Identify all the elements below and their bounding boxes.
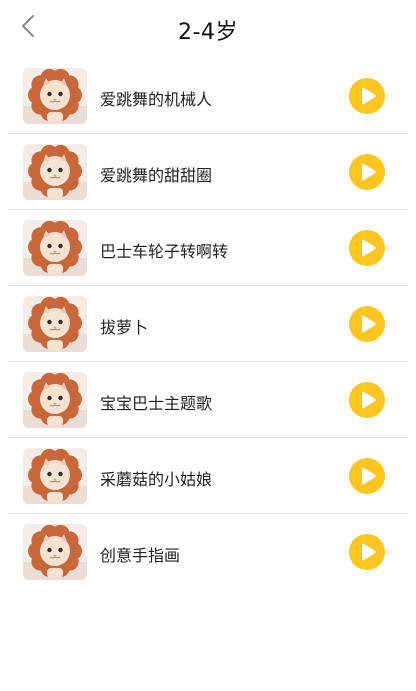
play-icon <box>349 534 385 570</box>
play-button[interactable] <box>349 230 385 266</box>
flower-cat-thumbnail <box>23 372 87 428</box>
play-icon <box>349 458 385 494</box>
play-icon <box>349 78 385 114</box>
song-row[interactable]: 拔萝卜 <box>0 286 416 362</box>
play-button[interactable] <box>349 78 385 114</box>
flower-cat-thumbnail <box>23 144 87 200</box>
play-button[interactable] <box>349 154 385 190</box>
flower-cat-thumbnail <box>23 524 87 580</box>
song-row[interactable]: 爱跳舞的机械人 <box>0 58 416 134</box>
flower-cat-thumbnail <box>23 448 87 504</box>
play-button[interactable] <box>349 534 385 570</box>
play-icon <box>349 230 385 266</box>
song-row[interactable]: 爱跳舞的甜甜圈 <box>0 134 416 210</box>
play-button[interactable] <box>349 458 385 494</box>
play-button[interactable] <box>349 306 385 342</box>
song-title: 巴士车轮子转啊转 <box>100 242 229 261</box>
play-icon <box>349 306 385 342</box>
flower-cat-thumbnail <box>23 296 87 352</box>
song-title: 拔萝卜 <box>100 318 149 337</box>
page-title: 2-4岁 <box>178 20 238 45</box>
flower-cat-thumbnail <box>23 68 87 124</box>
flower-cat-thumbnail <box>23 220 87 276</box>
song-row[interactable]: 创意手指画 <box>0 514 416 590</box>
song-list: 爱跳舞的机械人 爱跳舞的甜甜圈 巴士车轮子转啊转 拔萝卜 宝宝巴士主题歌 采蘑菇… <box>0 58 416 590</box>
play-icon <box>349 382 385 418</box>
song-title: 宝宝巴士主题歌 <box>100 394 213 413</box>
song-row[interactable]: 宝宝巴士主题歌 <box>0 362 416 438</box>
header-bar: 2-4岁 <box>0 0 416 60</box>
song-title: 爱跳舞的机械人 <box>100 90 213 109</box>
song-title: 爱跳舞的甜甜圈 <box>100 166 213 185</box>
song-title: 采蘑菇的小姑娘 <box>100 470 213 489</box>
song-title: 创意手指画 <box>100 546 181 565</box>
play-icon <box>349 154 385 190</box>
song-row[interactable]: 巴士车轮子转啊转 <box>0 210 416 286</box>
play-button[interactable] <box>349 382 385 418</box>
song-row[interactable]: 采蘑菇的小姑娘 <box>0 438 416 514</box>
